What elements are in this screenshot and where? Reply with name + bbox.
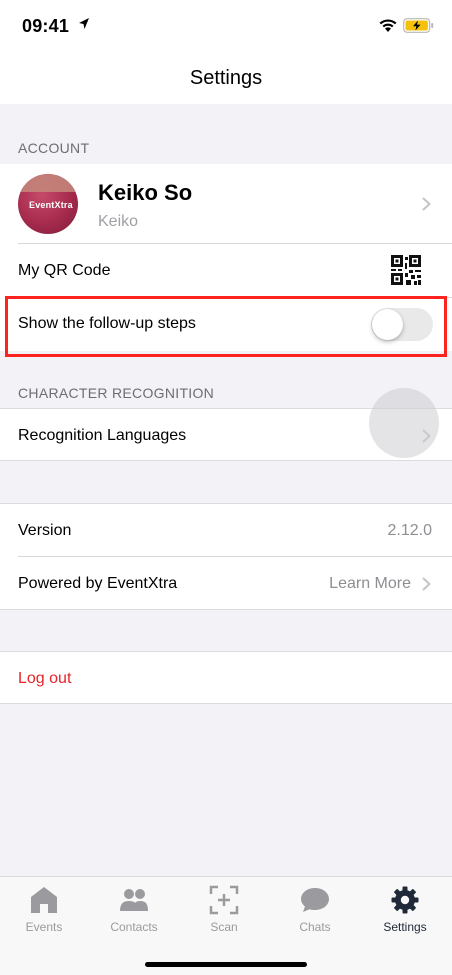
tab-chats[interactable]: Chats: [270, 877, 360, 947]
avatar: EventXtra: [18, 174, 78, 234]
chat-bubble-icon: [301, 888, 329, 912]
contacts-icon: [120, 889, 148, 911]
learn-more-link[interactable]: Learn More: [329, 575, 411, 593]
logout-button[interactable]: Log out: [18, 670, 71, 688]
chevron-right-icon: [422, 577, 431, 591]
tab-label-settings: Settings: [383, 920, 427, 934]
navigation-bar: Settings: [0, 52, 452, 104]
tab-label-events: Events: [25, 920, 63, 934]
version-value: 2.12.0: [387, 522, 432, 539]
battery-charging-icon: [403, 18, 434, 33]
tab-scan[interactable]: Scan: [179, 877, 269, 947]
qr-code-label: My QR Code: [18, 262, 111, 279]
version-row: Version 2.12.0: [0, 504, 452, 557]
gear-icon: [391, 886, 419, 914]
profile-row[interactable]: EventXtra Keiko So Keiko: [0, 164, 452, 244]
followup-steps-toggle[interactable]: [371, 308, 433, 341]
page-title: Settings: [189, 67, 263, 89]
touch-indicator: [369, 388, 439, 458]
profile-username: Keiko: [98, 213, 139, 230]
section-header-character-recognition: CHARACTER RECOGNITION: [18, 385, 215, 401]
tab-bar: Events Contacts Scan Chats Settings: [0, 876, 452, 975]
about-group: Version 2.12.0 Powered by EventXtra Lear…: [0, 503, 452, 610]
avatar-logo-text: EventXtra: [29, 200, 73, 210]
followup-steps-row: Show the follow-up steps: [0, 298, 452, 351]
home-indicator: [145, 962, 307, 967]
tab-settings[interactable]: Settings: [360, 877, 450, 947]
tab-label-contacts: Contacts: [110, 920, 158, 934]
tab-label-chats: Chats: [299, 920, 331, 934]
powered-by-label: Powered by EventXtra: [18, 575, 178, 592]
version-label: Version: [18, 522, 72, 539]
followup-steps-label: Show the follow-up steps: [18, 315, 196, 332]
wifi-icon: [379, 19, 397, 32]
status-bar: 09:41: [0, 0, 452, 52]
toggle-knob: [372, 309, 403, 340]
qr-code-icon: [391, 255, 421, 285]
logout-row[interactable]: Log out: [0, 652, 452, 704]
tab-events[interactable]: Events: [0, 877, 89, 947]
scan-icon: [209, 885, 239, 915]
account-group: EventXtra Keiko So Keiko My QR Code Show…: [0, 164, 452, 351]
chevron-right-icon: [422, 197, 431, 211]
recognition-languages-label: Recognition Languages: [18, 427, 187, 444]
tab-contacts[interactable]: Contacts: [89, 877, 179, 947]
powered-by-row[interactable]: Powered by EventXtra Learn More: [0, 557, 452, 610]
location-arrow-icon: [79, 18, 89, 29]
profile-name: Keiko So: [98, 180, 193, 205]
section-header-account: ACCOUNT: [18, 140, 90, 156]
home-icon: [31, 887, 57, 913]
tab-label-scan: Scan: [210, 920, 238, 934]
status-time: 09:41: [22, 16, 70, 36]
qr-code-row[interactable]: My QR Code: [0, 244, 452, 297]
logout-group: Log out: [0, 651, 452, 704]
